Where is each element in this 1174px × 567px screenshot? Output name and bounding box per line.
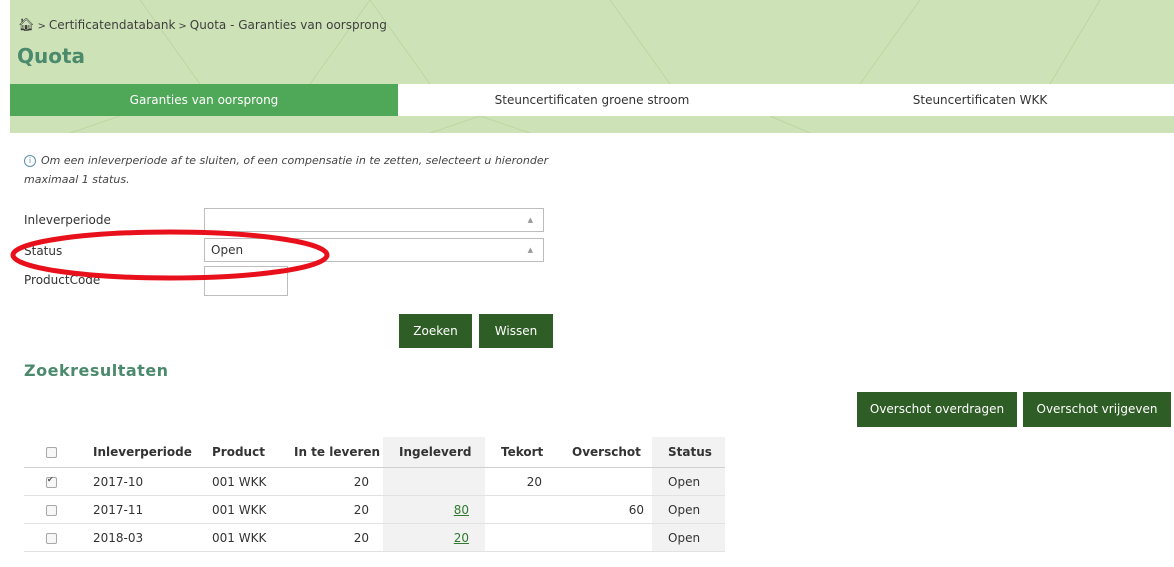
clear-button[interactable]: Wissen	[479, 314, 553, 348]
column-header-product[interactable]: Product	[198, 437, 280, 468]
row-select-cell	[24, 523, 79, 552]
column-header-inleverperiode[interactable]: Inleverperiode	[79, 437, 198, 468]
tab-steuncertificaten-groene-stroom[interactable]: Steuncertificaten groene stroom	[398, 84, 786, 116]
cell-ingeleverd: 80	[383, 495, 485, 524]
release-surplus-button[interactable]: Overschot vrijgeven	[1023, 392, 1171, 427]
table-header-row: Inleverperiode Product In te leveren Ing…	[24, 437, 725, 468]
highlight-ellipse	[10, 229, 330, 281]
row-select-cell	[24, 467, 79, 496]
cell-overschot	[558, 467, 652, 496]
cell-tekort: 20	[485, 467, 558, 496]
cell-inleverperiode: 2017-11	[79, 495, 198, 524]
select-all-checkbox[interactable]	[46, 447, 57, 458]
cell-status: Open	[652, 523, 725, 552]
breadcrumb: 🏠︎ > Certificatendatabank > Quota - Garantie…	[18, 18, 387, 33]
results-title: Zoekresultaten	[24, 361, 169, 380]
search-button[interactable]: Zoeken	[399, 314, 472, 348]
cell-inleverperiode: 2018-03	[79, 523, 198, 552]
cell-ingeleverd	[383, 467, 485, 496]
column-header-status[interactable]: Status	[652, 437, 725, 468]
column-header-ingeleverd[interactable]: Ingeleverd	[383, 437, 485, 468]
info-text: Om een inleverperiode af te sluiten, of …	[24, 154, 549, 186]
table-row: 2017-11 001 WKK 20 80 60 Open	[24, 495, 725, 524]
row-checkbox[interactable]	[46, 532, 57, 544]
cell-product: 001 WKK	[198, 467, 280, 496]
cell-tekort	[485, 495, 558, 524]
column-header-tekort[interactable]: Tekort	[485, 437, 558, 468]
cell-in-te-leveren: 20	[280, 467, 383, 496]
cell-product: 001 WKK	[198, 523, 280, 552]
cell-product: 001 WKK	[198, 495, 280, 524]
cell-ingeleverd: 20	[383, 523, 485, 552]
tab-steuncertificaten-wkk[interactable]: Steuncertificaten WKK	[786, 84, 1174, 116]
breadcrumb-separator: >	[37, 21, 46, 32]
results-table: Inleverperiode Product In te leveren Ing…	[24, 437, 725, 552]
breadcrumb-item-certificatendatabank[interactable]: Certificatendatabank	[49, 18, 176, 32]
info-icon: i	[24, 155, 36, 167]
page-header: 🏠︎ > Certificatendatabank > Quota - Garantie…	[10, 0, 1174, 133]
cell-inleverperiode: 2017-10	[79, 467, 198, 496]
breadcrumb-separator: >	[178, 21, 187, 32]
cell-in-te-leveren: 20	[280, 495, 383, 524]
cell-status: Open	[652, 467, 725, 496]
select-arrow-icon: ▲	[527, 216, 533, 224]
tab-bar: Garanties van oorsprong Steuncertificate…	[10, 84, 1174, 116]
table-row: 2017-10 001 WKK 20 20 Open	[24, 467, 725, 496]
select-all-cell	[24, 437, 79, 468]
column-header-in-te-leveren[interactable]: In te leveren	[280, 437, 383, 468]
table-row: 2018-03 001 WKK 20 20 Open	[24, 523, 725, 552]
ingeleverd-link[interactable]: 80	[454, 503, 469, 517]
inleverperiode-label: Inleverperiode	[24, 213, 111, 227]
row-checkbox[interactable]	[46, 475, 57, 488]
breadcrumb-item-current: Quota - Garanties van oorsprong	[189, 18, 387, 32]
column-header-overschot[interactable]: Overschot	[558, 437, 652, 468]
select-arrow-icon: ▲	[527, 246, 533, 254]
cell-tekort	[485, 523, 558, 552]
row-checkbox[interactable]	[46, 504, 57, 516]
row-select-cell	[24, 495, 79, 524]
ingeleverd-link[interactable]: 20	[454, 531, 469, 545]
tab-garanties-van-oorsprong[interactable]: Garanties van oorsprong	[10, 84, 398, 116]
cell-overschot: 60	[558, 495, 652, 524]
home-icon[interactable]: 🏠︎	[18, 18, 35, 33]
info-message: i Om een inleverperiode af te sluiten, of…	[24, 151, 564, 189]
cell-overschot	[558, 523, 652, 552]
transfer-surplus-button[interactable]: Overschot overdragen	[857, 392, 1017, 427]
cell-status: Open	[652, 495, 725, 524]
page-title: Quota	[17, 44, 86, 68]
cell-in-te-leveren: 20	[280, 523, 383, 552]
